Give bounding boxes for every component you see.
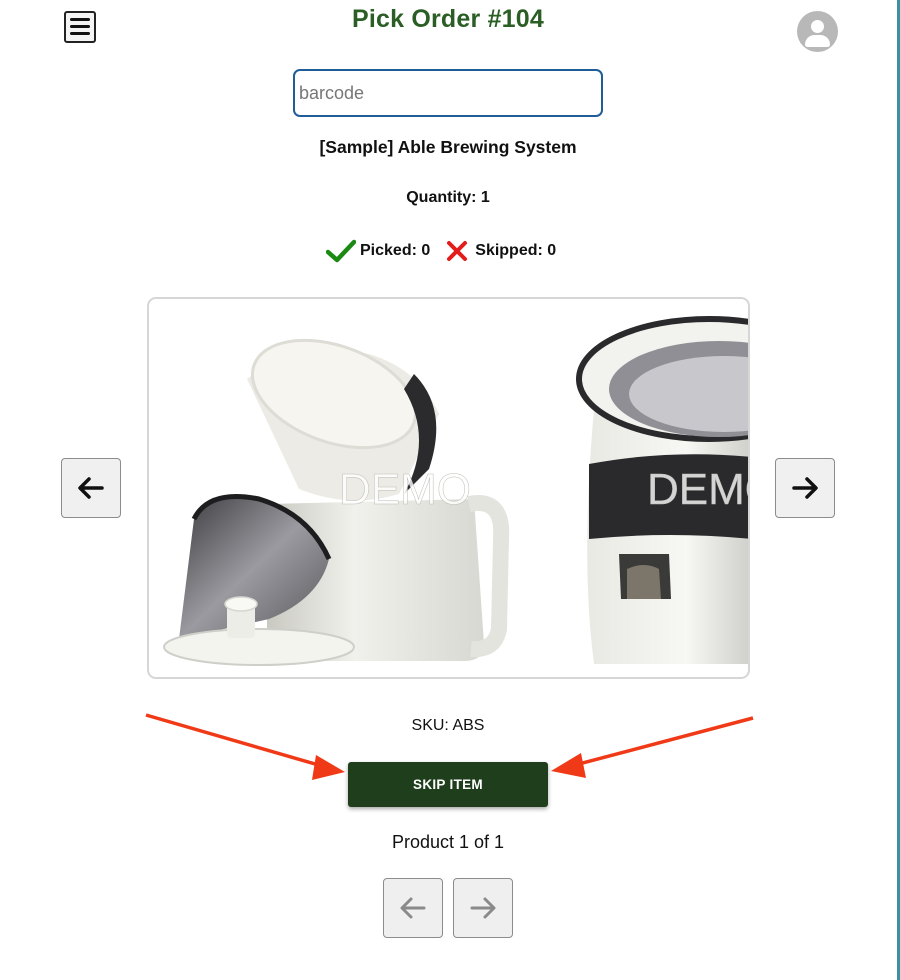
product-name: [Sample] Able Brewing System xyxy=(319,137,577,157)
cross-icon xyxy=(447,241,468,261)
carousel-prev-button[interactable] xyxy=(61,458,121,518)
product-image-carousel[interactable]: DEMO DEMO xyxy=(147,297,750,679)
account-circle-icon xyxy=(811,20,824,33)
barcode-input[interactable] xyxy=(293,69,603,117)
arrow-left-icon xyxy=(78,477,104,499)
skipped-count: Skipped: 0 xyxy=(475,242,557,259)
arrow-left-icon xyxy=(400,897,426,919)
quantity-label: Quantity: 1 xyxy=(406,189,490,206)
next-product-button[interactable] xyxy=(453,878,513,938)
product-image: DEMO DEMO xyxy=(163,316,750,666)
account-avatar[interactable] xyxy=(797,11,838,52)
checkmark-icon xyxy=(326,239,356,263)
watermark-text: DEMO xyxy=(647,465,750,514)
sku-label: SKU: ABS xyxy=(411,717,485,734)
previous-product-button[interactable] xyxy=(383,878,443,938)
pick-status: Picked: 0 Skipped: 0 xyxy=(326,238,556,264)
skip-item-button[interactable]: SKIP ITEM xyxy=(348,762,548,807)
arrow-right-icon xyxy=(792,477,818,499)
arrow-right-icon xyxy=(470,897,496,919)
account-circle-icon-body xyxy=(805,35,830,47)
carousel-next-button[interactable] xyxy=(775,458,835,518)
watermark-text: DEMO xyxy=(339,465,471,514)
product-counter: Product 1 of 1 xyxy=(391,832,505,852)
picked-count: Picked: 0 xyxy=(360,242,431,259)
page-title: Pick Order #104 xyxy=(351,5,544,33)
